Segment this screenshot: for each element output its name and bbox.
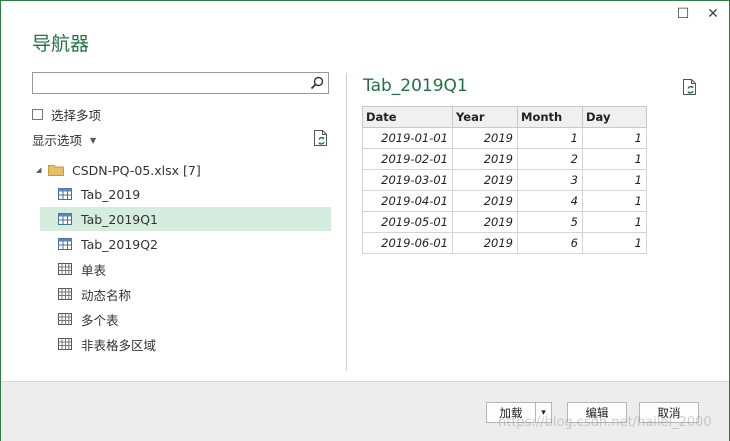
tree-item[interactable]: 多个表 [40, 307, 331, 331]
table-cell: 2019-06-01 [362, 232, 453, 254]
edit-button[interactable]: 编辑 [567, 402, 627, 423]
column-header-month: Month [517, 106, 583, 128]
table-cell: 3 [517, 169, 583, 191]
workbook-label: CSDN-PQ-05.xlsx [7] [72, 162, 201, 178]
table-row: 2019-06-01 2019 6 1 [362, 232, 647, 254]
tree-item-label: Tab_2019 [81, 186, 141, 202]
tree-item[interactable]: 非表格多区域 [40, 332, 331, 356]
search-box[interactable] [32, 72, 329, 94]
sheet-icon [58, 338, 72, 350]
select-multiple-option[interactable]: 选择多项 [32, 105, 101, 124]
table-cell: 2019-03-01 [362, 169, 453, 191]
table-cell: 5 [517, 211, 583, 233]
navigator-dialog: ☐ ✕ 导航器 选择多项 显示选项 ▼ ◢ CSDN-PQ-05.xlsx [7]… [0, 0, 730, 441]
table-cell: 2019 [452, 169, 518, 191]
table-cell: 2019-04-01 [362, 190, 453, 212]
select-multiple-label: 选择多项 [51, 108, 102, 123]
tree-root-workbook[interactable]: ◢ CSDN-PQ-05.xlsx [7] [36, 160, 201, 180]
tree-item-label: 单表 [81, 262, 107, 278]
tree-item[interactable]: Tab_2019Q1 [40, 207, 331, 231]
tree-item-label: 多个表 [81, 312, 119, 328]
table-row: 2019-02-01 2019 2 1 [362, 148, 647, 170]
preview-refresh-icon[interactable] [682, 78, 698, 96]
tree-item[interactable]: Tab_2019Q2 [40, 232, 331, 256]
preview-table: Date Year Month Day 2019-01-01 2019 1 1 2019… [362, 106, 647, 254]
table-cell: 4 [517, 190, 583, 212]
tree-item-label: 非表格多区域 [81, 337, 157, 353]
column-header-day: Day [582, 106, 647, 128]
pane-divider [346, 73, 347, 371]
sheet-icon [58, 288, 72, 300]
table-icon [58, 213, 72, 225]
table-cell: 2019 [452, 211, 518, 233]
table-cell: 2019 [452, 148, 518, 170]
display-options-dropdown[interactable]: 显示选项 ▼ [32, 130, 96, 149]
table-cell: 6 [517, 232, 583, 254]
tree-item[interactable]: 单表 [40, 257, 331, 281]
table-row: 2019-05-01 2019 5 1 [362, 211, 647, 233]
close-icon[interactable]: ✕ [706, 7, 720, 21]
table-cell: 2019-01-01 [362, 127, 453, 149]
load-button-label: 加载 [499, 405, 523, 420]
preview-title: Tab_2019Q1 [363, 76, 468, 96]
sheet-icon [58, 263, 72, 275]
folder-icon [48, 164, 64, 176]
table-cell: 1 [582, 232, 647, 254]
edit-button-label: 编辑 [585, 405, 609, 420]
load-dropdown-button[interactable]: ▾ [535, 402, 552, 423]
table-cell: 2019-02-01 [362, 148, 453, 170]
dialog-title: 导航器 [32, 33, 90, 55]
table-cell: 1 [582, 148, 647, 170]
table-icon [58, 188, 72, 200]
tree-item[interactable]: Tab_2019 [40, 182, 331, 206]
table-cell: 2 [517, 148, 583, 170]
column-header-date: Date [362, 106, 453, 128]
caret-down-icon: ▼ [90, 136, 97, 145]
expand-triangle-icon[interactable]: ◢ [36, 166, 46, 174]
table-cell: 1 [582, 169, 647, 191]
table-cell: 2019-05-01 [362, 211, 453, 233]
table-icon [58, 238, 72, 250]
sheet-icon [58, 313, 72, 325]
tree-item[interactable]: 动态名称 [40, 282, 331, 306]
table-cell: 1 [582, 211, 647, 233]
display-options-label: 显示选项 [32, 133, 83, 148]
cancel-button[interactable]: 取消 [639, 402, 699, 423]
chevron-down-icon: ▾ [541, 407, 546, 418]
tree-item-label: Tab_2019Q2 [81, 236, 159, 252]
search-input[interactable] [37, 75, 311, 93]
refresh-icon[interactable] [313, 129, 329, 147]
maximize-icon[interactable]: ☐ [676, 7, 690, 21]
table-cell: 2019 [452, 190, 518, 212]
load-button[interactable]: 加载 [486, 402, 536, 423]
select-multiple-checkbox[interactable] [32, 109, 43, 120]
column-header-year: Year [452, 106, 518, 128]
table-row: 2019-03-01 2019 3 1 [362, 169, 647, 191]
table-cell: 2019 [452, 127, 518, 149]
table-cell: 1 [582, 127, 647, 149]
tree-item-label: Tab_2019Q1 [81, 211, 159, 227]
table-cell: 1 [517, 127, 583, 149]
table-row: 2019-04-01 2019 4 1 [362, 190, 647, 212]
search-icon[interactable] [310, 76, 324, 90]
table-cell: 2019 [452, 232, 518, 254]
cancel-button-label: 取消 [657, 405, 681, 420]
table-cell: 1 [582, 190, 647, 212]
table-row: 2019-01-01 2019 1 1 [362, 127, 647, 149]
tree-item-label: 动态名称 [81, 287, 132, 303]
